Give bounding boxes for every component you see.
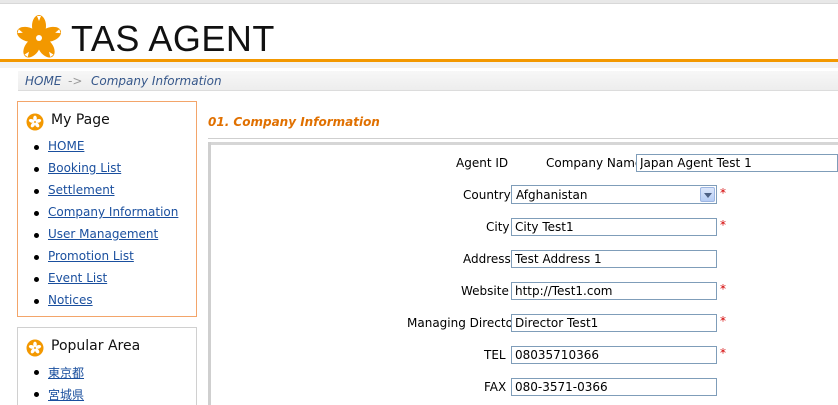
popular-area-link-tokyo[interactable]: 東京都 <box>48 366 84 380</box>
sidebar-link-event-list[interactable]: Event List <box>48 271 107 285</box>
fax-field[interactable] <box>511 378 717 396</box>
city-label: City <box>486 220 510 234</box>
address-field[interactable] <box>511 250 717 268</box>
popular-area-box: Popular Area 東京都 宮城県 <box>17 327 197 405</box>
my-page-box: My Page HOME Booking List Settlement Com… <box>17 101 197 317</box>
sidebar-link-user-management[interactable]: User Management <box>48 227 158 241</box>
country-label: Country <box>463 188 511 202</box>
brand-name: TAS AGENT <box>71 18 275 59</box>
required-marker: * <box>720 282 726 296</box>
sidebar-link-home[interactable]: HOME <box>48 139 84 153</box>
header-shadow <box>0 62 838 68</box>
sidebar-link-notices[interactable]: Notices <box>48 293 93 307</box>
site-header: TAS AGENT <box>0 4 838 60</box>
list-item: Company Information <box>30 205 178 227</box>
list-item: Notices <box>30 293 178 315</box>
section-divider <box>208 138 838 139</box>
list-item: Booking List <box>30 161 178 183</box>
sidebar-link-promotion-list[interactable]: Promotion List <box>48 249 134 263</box>
country-select[interactable]: Afghanistan <box>511 185 717 204</box>
company-name-label: Company Name <box>546 156 643 170</box>
breadcrumb-separator: -> <box>68 74 83 88</box>
list-item: 宮城県 <box>30 386 84 405</box>
list-item: Settlement <box>30 183 178 205</box>
website-label: Website <box>461 284 509 298</box>
list-item: Promotion List <box>30 249 178 271</box>
breadcrumb-home-link[interactable]: HOME <box>25 74 61 88</box>
address-label: Address <box>463 252 511 266</box>
my-page-title: My Page <box>51 112 110 128</box>
required-marker: * <box>720 186 726 200</box>
required-marker: * <box>720 314 726 328</box>
chevron-down-icon[interactable] <box>700 187 715 202</box>
orange-flower-logo-icon <box>16 15 62 58</box>
sidebar-link-settlement[interactable]: Settlement <box>48 183 115 197</box>
my-page-menu: HOME Booking List Settlement Company Inf… <box>30 139 178 315</box>
website-field[interactable] <box>511 282 717 300</box>
fax-label: FAX <box>484 380 507 394</box>
managing-director-field[interactable] <box>511 314 717 332</box>
section-table-left <box>208 142 211 405</box>
popular-area-link-miyagi[interactable]: 宮城県 <box>48 388 84 402</box>
popular-area-menu: 東京都 宮城県 <box>30 364 84 405</box>
breadcrumb: HOME -> Company Information <box>18 71 838 91</box>
company-name-field[interactable] <box>636 154 838 172</box>
orange-flower-bullet-icon <box>26 113 44 131</box>
list-item: HOME <box>30 139 178 161</box>
managing-director-label: Managing Director <box>407 316 518 330</box>
section-table-top <box>208 142 838 145</box>
required-marker: * <box>720 218 726 232</box>
tel-label: TEL <box>484 348 506 362</box>
list-item: 東京都 <box>30 364 84 386</box>
list-item: Event List <box>30 271 178 293</box>
section-title: 01. Company Information <box>208 115 380 129</box>
popular-area-title: Popular Area <box>51 338 141 354</box>
country-selected-value: Afghanistan <box>516 188 588 202</box>
list-item: User Management <box>30 227 178 249</box>
agent-id-label: Agent ID <box>456 156 509 170</box>
sidebar-link-company-information[interactable]: Company Information <box>48 205 178 219</box>
breadcrumb-current: Company Information <box>91 74 222 88</box>
required-marker: * <box>720 346 726 360</box>
city-field[interactable] <box>511 218 717 236</box>
sidebar-link-booking-list[interactable]: Booking List <box>48 161 121 175</box>
tel-field[interactable] <box>511 346 717 364</box>
orange-flower-bullet-icon <box>26 339 44 357</box>
